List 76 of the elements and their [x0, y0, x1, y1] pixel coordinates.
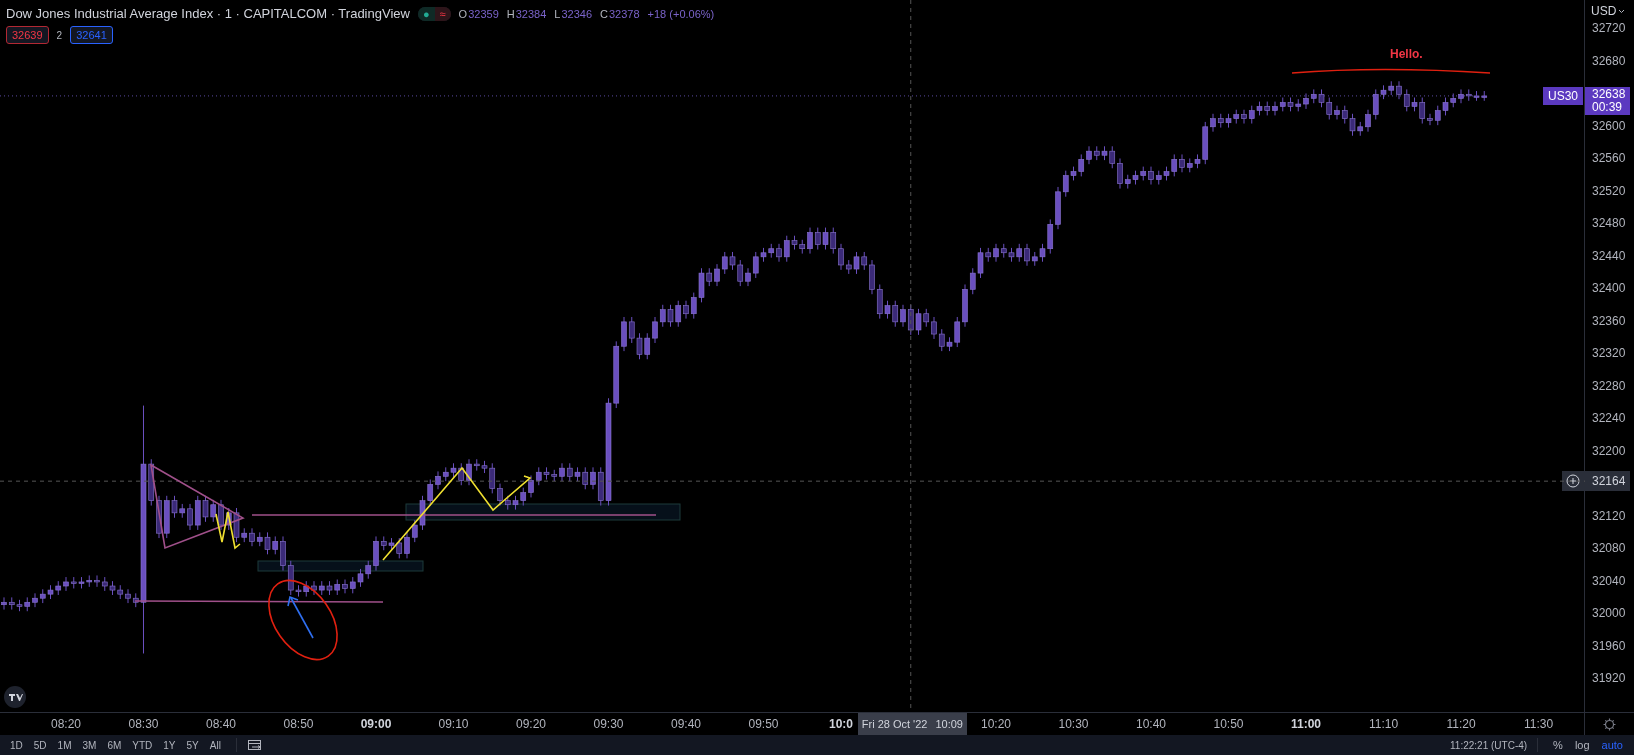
price-change: +18 (+0.06%) [647, 7, 715, 20]
time-tick: 09:50 [747, 717, 780, 731]
logo-icon[interactable] [4, 686, 26, 708]
price-tick: 32440 [1592, 248, 1626, 263]
price-tick: 32320 [1592, 346, 1626, 361]
price-tick: 32680 [1592, 53, 1626, 68]
add-icon[interactable] [1562, 471, 1584, 492]
range-button[interactable]: 1M [53, 739, 77, 751]
time-tick: 09:30 [592, 717, 625, 731]
time-tick: 09:10 [437, 717, 470, 731]
time-tick: 10:30 [1057, 717, 1090, 731]
ohlc-value: C32378 [600, 7, 640, 20]
ohlc-value: O32359 [458, 7, 499, 20]
settings-icon[interactable] [1603, 717, 1616, 731]
time-tick: 09:00 [359, 717, 393, 731]
crosshair-date: Fri 28 Oct '22 [861, 718, 928, 730]
price-tick: 32000 [1592, 606, 1626, 621]
range-button[interactable]: 5D [29, 739, 52, 751]
time-tick: 09:20 [515, 717, 547, 731]
time-tick: 08:50 [282, 717, 315, 731]
price-tick: 32720 [1592, 21, 1626, 36]
sell-button[interactable]: 32639 [6, 26, 49, 44]
spread-value: 2 [56, 29, 63, 41]
symbol-title: Dow Jones Industrial Average Index · 1 · CAPITALCOM · TradingView [6, 6, 410, 21]
price-tick: 31920 [1592, 671, 1626, 686]
price-tick: 32600 [1592, 118, 1626, 133]
scale-toggle[interactable]: log [1569, 739, 1595, 751]
time-tick: 11:00 [1290, 717, 1322, 731]
time-tick: 10:20 [980, 717, 1012, 731]
time-tick: 09:40 [670, 717, 702, 731]
price-tick: 32480 [1592, 216, 1626, 231]
crosshair-clock: 10:09 [935, 718, 963, 730]
range-button[interactable]: All [205, 739, 226, 751]
zigzag-line [215, 511, 241, 550]
range-button[interactable]: YTD [128, 739, 158, 751]
currency-selector[interactable]: USD [1591, 4, 1626, 18]
price-tick: 32400 [1592, 281, 1626, 296]
arrow-line [287, 595, 314, 639]
price-tick: 32360 [1592, 313, 1626, 328]
status-pill[interactable]: ● ≈ [417, 6, 451, 21]
symbol-label: US30 [1542, 86, 1583, 105]
range-button[interactable]: 5Y [182, 739, 204, 751]
ohlc-value: L32346 [554, 7, 593, 20]
buy-button[interactable]: 32641 [70, 26, 113, 44]
price-tick: 32040 [1592, 573, 1626, 588]
crosshair-price: 32164 [1585, 471, 1630, 492]
price-tick: 32560 [1592, 151, 1626, 166]
range-button[interactable]: 1Y [159, 739, 181, 751]
time-tick: 08:30 [127, 717, 160, 731]
chart-note: Hello. [1390, 47, 1423, 61]
time-tick: 11:10 [1367, 717, 1400, 731]
last-price: 32638 [1592, 87, 1627, 101]
bar-countdown: 00:39 [1592, 100, 1624, 114]
price-tick: 32080 [1592, 541, 1626, 556]
time-tick: 10:40 [1135, 717, 1167, 731]
time-tick: 08:40 [205, 717, 237, 731]
time-tick: 11:20 [1445, 717, 1477, 731]
ohlc-value: H32384 [506, 7, 547, 20]
range-button[interactable]: 6M [103, 739, 127, 751]
scale-toggle[interactable]: auto [1596, 739, 1628, 751]
scale-toggle[interactable]: % [1548, 739, 1568, 751]
price-tick: 32240 [1592, 411, 1626, 426]
range-button[interactable]: 3M [78, 739, 102, 751]
price-tick: 32120 [1592, 508, 1626, 523]
clock-time: 11:22:21 (UTC-4) [1450, 739, 1528, 751]
time-tick: 08:20 [50, 717, 82, 731]
time-tick: 11:30 [1522, 717, 1555, 731]
price-tick: 32200 [1592, 443, 1626, 458]
range-button[interactable]: 1D [6, 739, 28, 751]
time-tick: 10:50 [1212, 717, 1245, 731]
caret-icon [1618, 8, 1626, 14]
price-tick: 32520 [1592, 183, 1626, 198]
price-tick: 31960 [1592, 638, 1626, 653]
time-tick: 10:0 [828, 717, 854, 731]
price-tick: 32280 [1592, 378, 1626, 393]
date-range-icon[interactable] [246, 738, 263, 752]
